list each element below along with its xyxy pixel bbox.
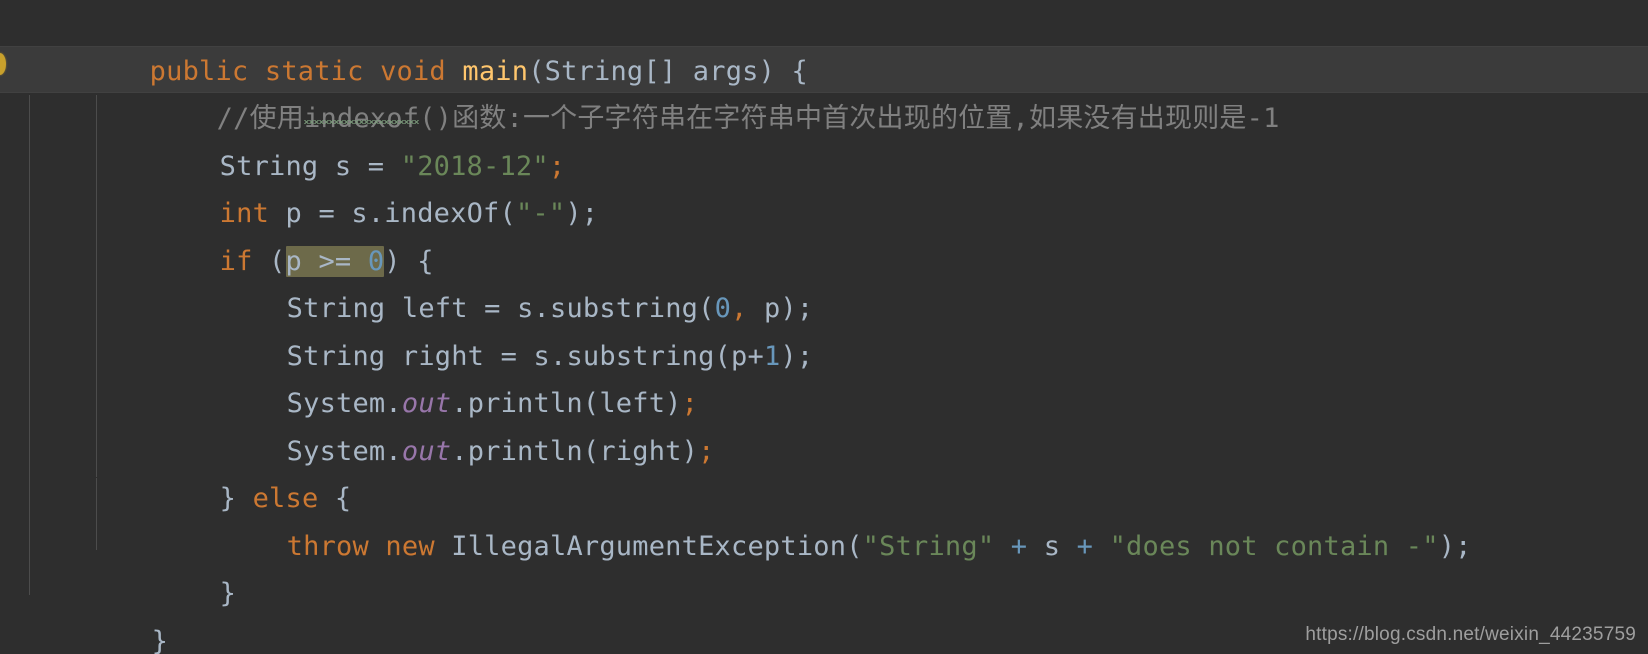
code-line-8[interactable]: System.out.println(left); [0, 333, 1648, 419]
code-line-9[interactable]: System.out.println(right); [0, 380, 1648, 467]
watermark-url: https://blog.csdn.net/weixin_44235759 [1305, 624, 1636, 645]
code-line-10[interactable]: } else { [0, 428, 1648, 514]
token-close-brace: } [151, 625, 169, 654]
editor-surface[interactable]: public static void main(String[] args) {… [0, 0, 1648, 654]
code-line-1[interactable]: public static void main(String[] args) { [0, 0, 1648, 87]
code-line-6[interactable]: String left = s.substring(0, p); [0, 238, 1648, 324]
code-line-13[interactable]: } [0, 570, 1648, 654]
code-line-4[interactable]: int p = s.indexOf("-"); [0, 143, 1648, 229]
code-line-5[interactable]: if (p >= 0) { [0, 190, 1648, 277]
code-line-2-comment[interactable]: //使用indexof()函数:一个子字符串在字符串中首次出现的位置,如果没有出… [0, 48, 1648, 134]
code-editor-screenshot: public static void main(String[] args) {… [0, 0, 1648, 654]
code-line-7[interactable]: String right = s.substring(p+1); [0, 285, 1648, 372]
code-content[interactable]: public static void main(String[] args) {… [0, 0, 1648, 654]
code-line-12[interactable]: } [0, 523, 1648, 609]
code-line-3[interactable]: String s = "2018-12"; [0, 95, 1648, 182]
code-line-11[interactable]: throw new IllegalArgumentException("Stri… [0, 475, 1648, 562]
